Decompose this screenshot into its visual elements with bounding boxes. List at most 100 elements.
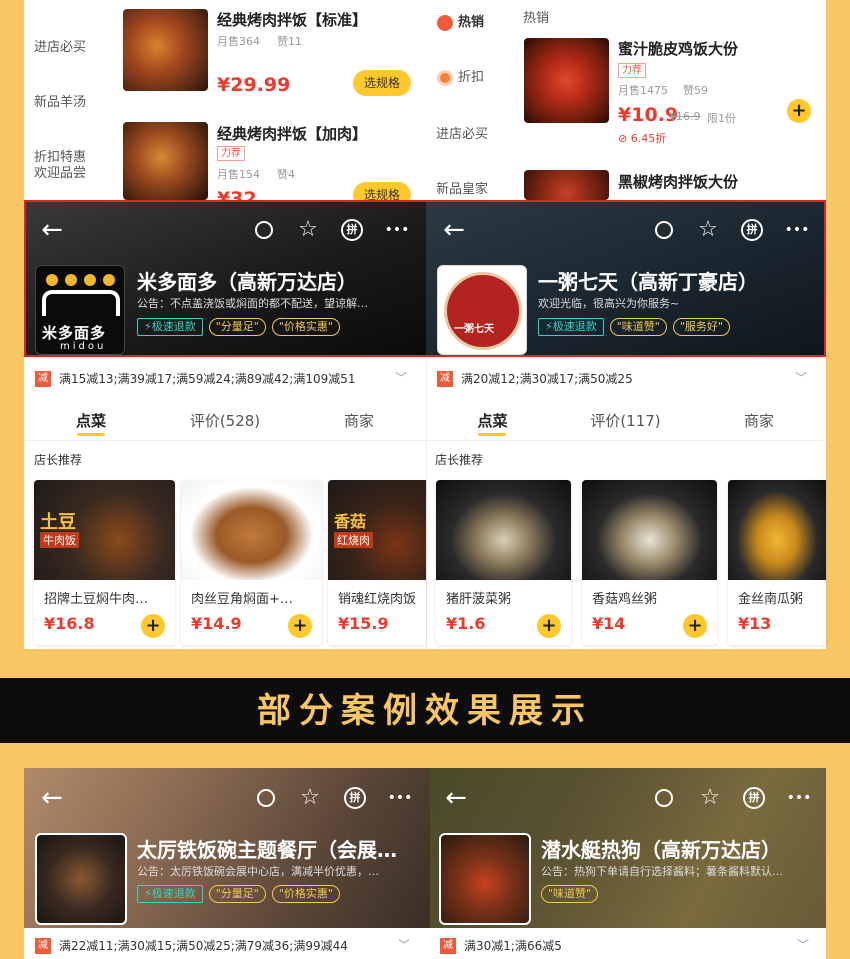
more-icon[interactable]: ••• — [784, 786, 814, 810]
dish-overlay: 香菇 — [334, 512, 367, 531]
coupon-text: 6.45折 — [630, 132, 667, 145]
category-item[interactable]: 进店必买 — [436, 126, 488, 144]
back-arrow-icon[interactable]: ← — [38, 785, 66, 811]
recommend-tag: 力荐 — [217, 146, 245, 161]
discount-row[interactable]: 减满15减13;满39减17;满59减24;满89减42;满109减51 — [35, 370, 356, 387]
store-name: 太厉铁饭碗主题餐厅（会展… — [137, 838, 397, 862]
star-icon[interactable]: ☆ — [698, 786, 722, 810]
original-price: ¥16.9 — [669, 110, 701, 123]
back-arrow-icon[interactable]: ← — [442, 785, 470, 811]
category-item[interactable]: 新品羊汤 — [34, 94, 86, 112]
product-name: 经典烤肉拌饭【标准】 — [217, 11, 368, 29]
dish-price: ¥16.8 — [44, 614, 95, 633]
dish-card[interactable]: 金丝南瓜粥 ¥13 — [728, 480, 826, 645]
group-buy-icon[interactable]: 拼 — [344, 787, 366, 809]
dish-photo — [728, 480, 826, 580]
dish-card[interactable]: 猪肝菠菜粥 ¥1.6 + — [436, 480, 571, 645]
store-logo — [35, 833, 127, 925]
dish-overlay-sub: 牛肉饭 — [40, 532, 79, 548]
top-right-menu-panel — [426, 0, 826, 200]
discount-text: 满30减1;满66减5 — [464, 939, 562, 953]
coupon-tag: ⊘ 6.45折 — [618, 132, 667, 145]
add-button[interactable]: + — [288, 614, 312, 638]
select-spec-button[interactable]: 选规格 — [353, 70, 411, 96]
dish-card[interactable]: 土豆 牛肉饭 招牌土豆焖牛肉… ¥16.8 + — [34, 480, 175, 645]
product-likes: 赞4 — [277, 168, 295, 181]
discount-icon — [437, 70, 453, 86]
dish-photo: 土豆 牛肉饭 — [34, 480, 175, 580]
group-buy-icon[interactable]: 拼 — [743, 787, 765, 809]
dish-photo — [436, 480, 571, 580]
banner-title: 部分案例效果展示 — [257, 691, 593, 731]
add-button[interactable]: + — [141, 614, 165, 638]
dish-card[interactable]: 肉丝豆角焖面+… ¥14.9 + — [181, 480, 322, 645]
product-name: 经典烤肉拌饭【加肉】 — [217, 125, 368, 143]
discount-text: 满15减13;满39减17;满59减24;满89减42;满109减51 — [59, 372, 356, 386]
more-icon[interactable]: ••• — [385, 786, 415, 810]
discount-badge: 减 — [440, 937, 456, 954]
add-button[interactable]: + — [537, 614, 561, 638]
store-tabs: 点菜 评价(117) 商家 — [426, 410, 826, 431]
discount-row[interactable]: 减满22减11;满30减15;满50减25;满79减36;满99减44 — [35, 937, 348, 954]
chevron-down-icon[interactable]: ﹀ — [795, 369, 807, 386]
dish-card[interactable]: 香菇鸡丝粥 ¥14 + — [582, 480, 717, 645]
highlight-frame — [24, 200, 826, 357]
discount-text: 满20减12;满30减17;满50减25 — [461, 372, 633, 386]
review-badge: "价格实惠" — [271, 885, 340, 903]
dish-name: 销魂红烧肉饭 — [338, 592, 417, 607]
category-item[interactable]: 欢迎品尝 — [34, 165, 86, 183]
fast-refund-badge: ⚡极速退款 — [137, 885, 203, 903]
category-item-discount[interactable]: 折扣 — [458, 69, 484, 87]
badge-label: 极速退款 — [151, 887, 196, 900]
product-price: ¥29.99 — [217, 74, 291, 96]
chevron-down-icon[interactable]: ﹀ — [395, 369, 407, 386]
dish-name: 招牌土豆焖牛肉… — [44, 592, 149, 607]
divider — [24, 440, 826, 441]
tab-merchant[interactable]: 商家 — [292, 410, 426, 431]
tab-merchant[interactable]: 商家 — [692, 410, 826, 431]
food-photo — [524, 170, 609, 200]
store-notice: 公告：太厉铁饭碗会展中心店，满减半价优惠，… — [137, 865, 379, 878]
category-item[interactable]: 新品皇家 — [436, 181, 488, 199]
tab-reviews[interactable]: 评价(528) — [158, 410, 292, 431]
add-button[interactable]: + — [787, 99, 811, 123]
store-name: 潜水艇热狗（高新万达店） — [541, 838, 781, 862]
product-sales: 月售1475 — [618, 84, 668, 97]
dish-card[interactable]: 香菇 红烧肉 销魂红烧肉饭 ¥15.9 — [328, 480, 426, 645]
dish-overlay: 土豆 — [40, 512, 76, 533]
dish-photo: 香菇 红烧肉 — [328, 480, 426, 580]
recommend-title: 店长推荐 — [435, 453, 484, 467]
dish-price: ¥15.9 — [338, 614, 389, 633]
add-button[interactable]: + — [683, 614, 707, 638]
dish-price: ¥13 — [738, 614, 772, 633]
review-badge: "味道赞" — [541, 885, 599, 903]
active-tab-indicator — [478, 433, 506, 436]
store-badges: ⚡极速退款 "分量足" "价格实惠" — [137, 885, 340, 903]
tab-reviews[interactable]: 评价(117) — [559, 410, 692, 431]
dish-overlay-sub: 红烧肉 — [334, 532, 373, 548]
discount-text: 满22减11;满30减15;满50减25;满79减36;满99减44 — [59, 939, 348, 953]
active-tab-indicator — [77, 433, 105, 436]
tab-order[interactable]: 点菜 — [24, 410, 158, 431]
dish-price: ¥14 — [592, 614, 626, 633]
dish-name: 香菇鸡丝粥 — [592, 592, 658, 607]
limit-text: 限1份 — [707, 112, 736, 125]
search-icon[interactable] — [254, 786, 278, 810]
product-name: 黑椒烤肉拌饭大份 — [618, 173, 739, 191]
star-icon[interactable]: ☆ — [298, 786, 322, 810]
tab-order[interactable]: 点菜 — [426, 410, 559, 431]
discount-row[interactable]: 减满20减12;满30减17;满50减25 — [437, 370, 633, 387]
review-badge: "分量足" — [208, 885, 266, 903]
discount-badge: 减 — [35, 937, 51, 954]
chevron-down-icon[interactable]: ﹀ — [797, 936, 809, 953]
dish-name: 猪肝菠菜粥 — [446, 592, 512, 607]
chevron-down-icon[interactable]: ﹀ — [398, 936, 410, 953]
category-item-hot[interactable]: 热销 — [458, 14, 484, 32]
product-likes: 赞11 — [277, 35, 302, 48]
product-likes: 赞59 — [683, 84, 708, 97]
discount-row[interactable]: 减满30减1;满66减5 — [440, 937, 562, 954]
category-item[interactable]: 进店必买 — [34, 39, 86, 57]
store-tabs: 点菜 评价(528) 商家 — [24, 410, 426, 431]
search-icon[interactable] — [652, 786, 676, 810]
dish-name: 肉丝豆角焖面+… — [191, 592, 293, 607]
